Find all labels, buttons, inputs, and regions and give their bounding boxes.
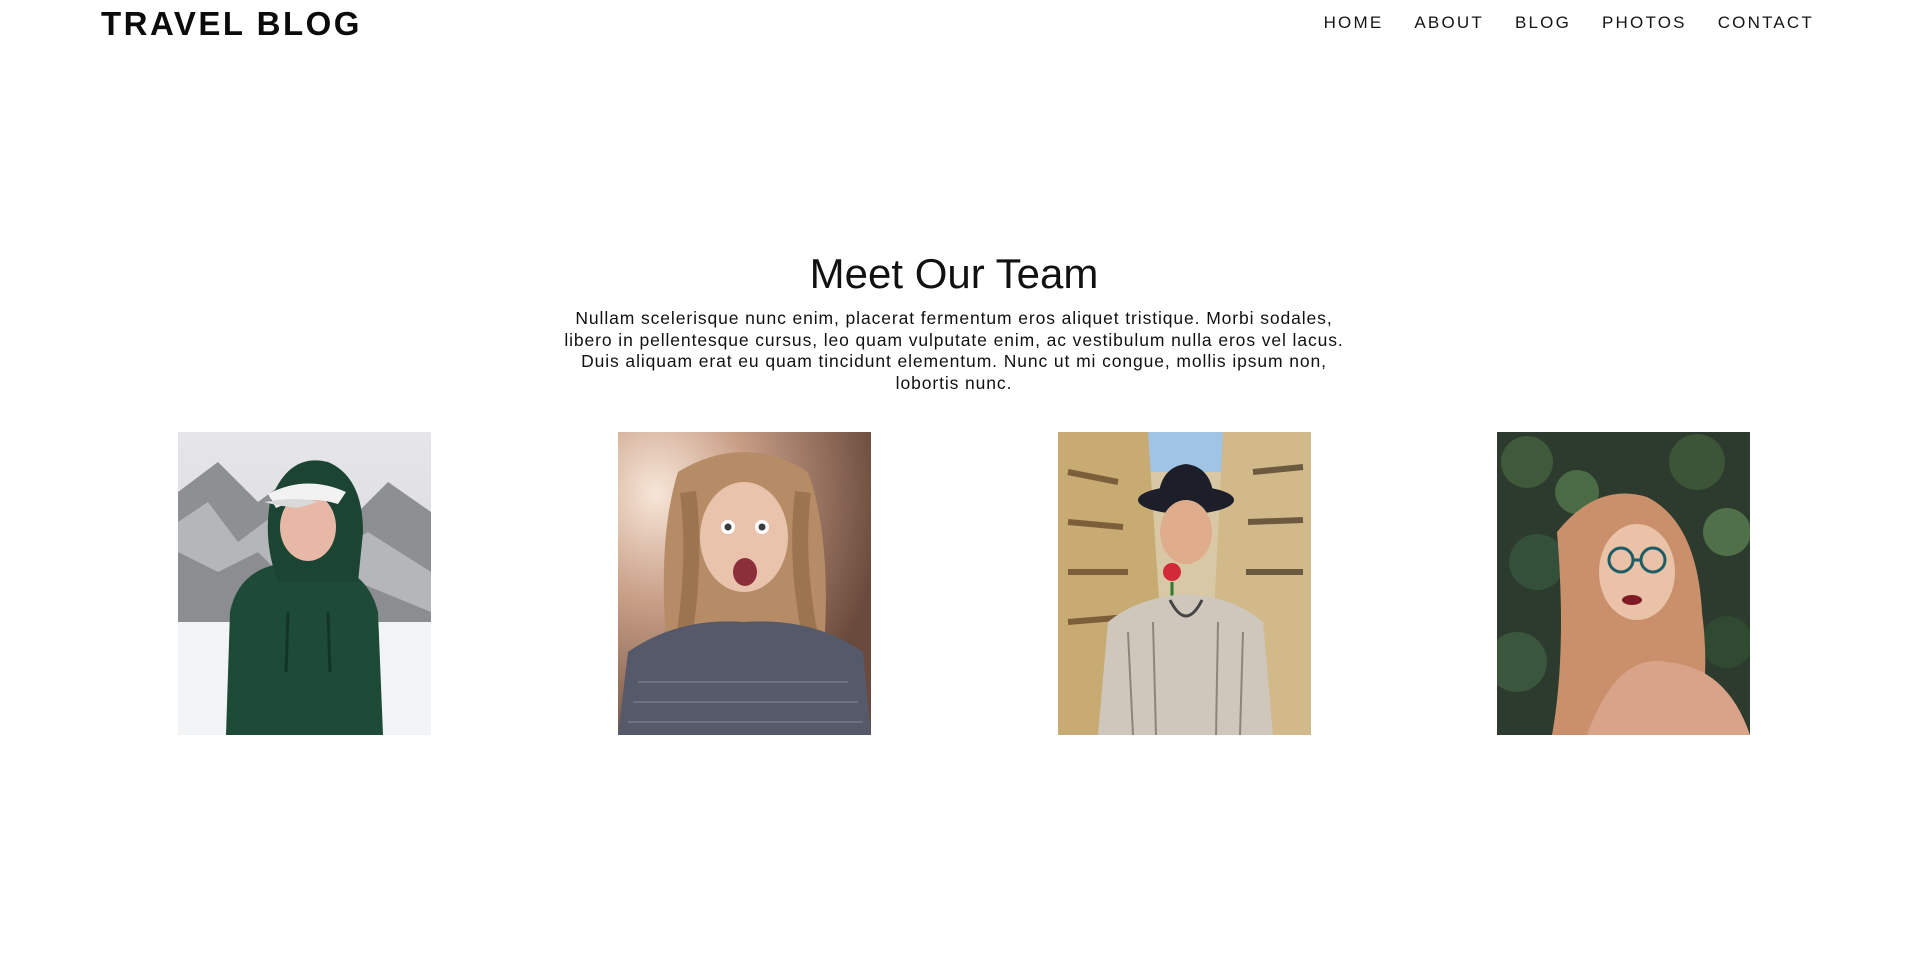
main-nav: HOME ABOUT BLOG PHOTOS CONTACT — [1324, 10, 1814, 36]
nav-home[interactable]: HOME — [1324, 10, 1384, 36]
team-member-photo-4 — [1497, 432, 1750, 735]
site-logo[interactable]: TRAVEL BLOG — [101, 4, 362, 44]
nav-blog[interactable]: BLOG — [1515, 10, 1571, 36]
nav-photos[interactable]: PHOTOS — [1602, 10, 1687, 36]
nav-contact[interactable]: CONTACT — [1718, 10, 1814, 36]
surprised-woman-image — [618, 432, 871, 735]
team-members — [0, 432, 1908, 735]
team-member-photo-2 — [618, 432, 871, 735]
team-member-photo-1 — [178, 432, 431, 735]
woman-with-glasses-image — [1497, 432, 1750, 735]
team-member-photo-3 — [1058, 432, 1311, 735]
site-header: TRAVEL BLOG HOME ABOUT BLOG PHOTOS CONTA… — [0, 0, 1908, 48]
nav-about[interactable]: ABOUT — [1414, 10, 1484, 36]
team-section: Meet Our Team Nullam scelerisque nunc en… — [0, 246, 1908, 394]
team-description: Nullam scelerisque nunc enim, placerat f… — [564, 308, 1344, 393]
team-title: Meet Our Team — [809, 250, 1099, 297]
man-with-hat-street-image — [1058, 432, 1311, 735]
hooded-person-snow-image — [178, 432, 431, 735]
